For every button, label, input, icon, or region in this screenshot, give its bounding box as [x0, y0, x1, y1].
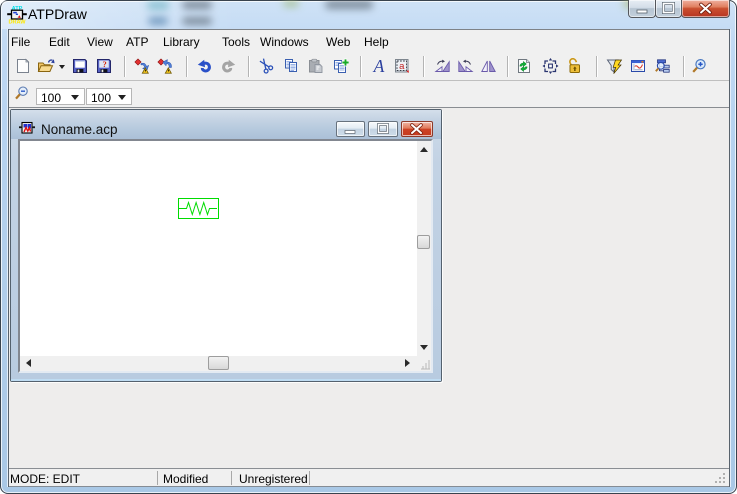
svg-text:a: a — [399, 61, 405, 72]
svg-text:?: ? — [102, 59, 106, 69]
svg-text:DRAW: DRAW — [8, 19, 26, 24]
svg-text:A: A — [373, 58, 385, 74]
